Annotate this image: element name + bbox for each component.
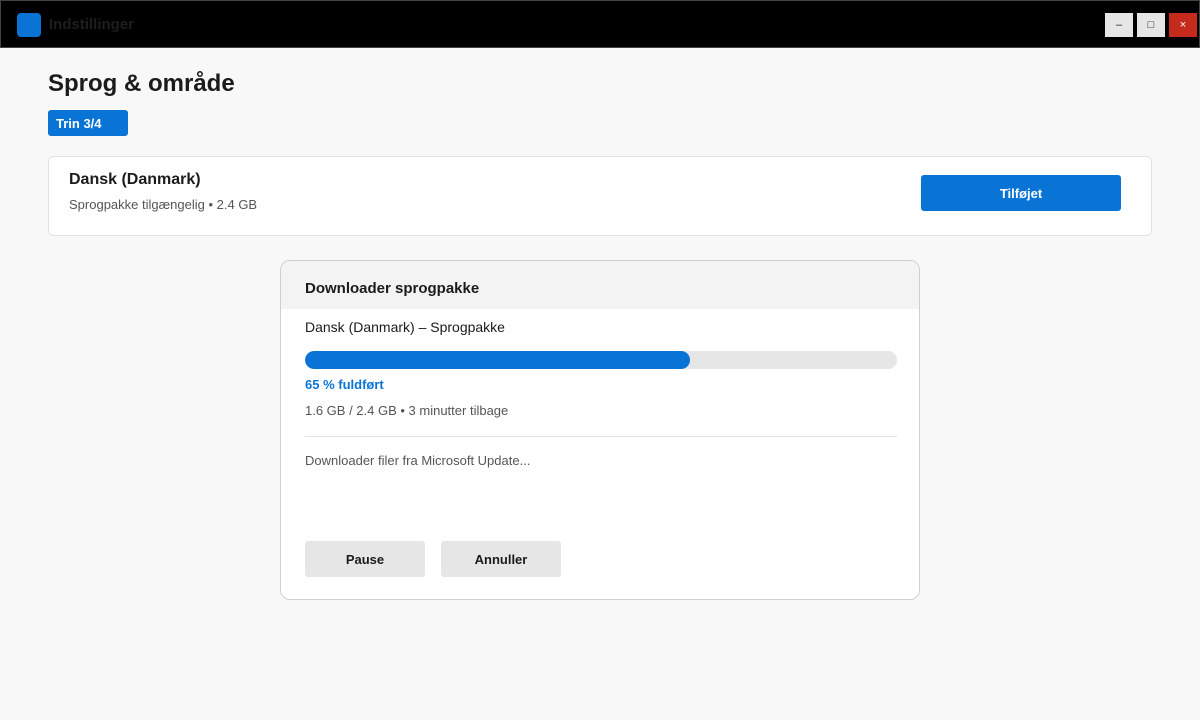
progress-bar-fill — [305, 351, 690, 369]
language-name: Dansk (Danmark) — [69, 171, 201, 188]
minimize-button[interactable]: – — [1105, 13, 1133, 37]
page-title: Sprog & område — [48, 70, 235, 97]
settings-app-icon — [17, 13, 41, 37]
title-bar[interactable]: Indstillinger – □ × — [0, 0, 1200, 48]
pause-button[interactable]: Pause — [305, 541, 425, 577]
step-badge: Trin 3/4 — [48, 110, 128, 136]
package-name: Dansk (Danmark) – Sprogpakke — [305, 319, 505, 335]
progress-percent-label: 65 % fuldført — [305, 377, 384, 392]
settings-window: Indstillinger – □ × Sprog & område Trin … — [0, 0, 1200, 720]
close-button[interactable]: × — [1169, 13, 1197, 37]
added-button[interactable]: Tilføjet — [921, 175, 1121, 211]
status-text: Downloader filer fra Microsoft Update... — [305, 453, 531, 468]
progress-detail: 1.6 GB / 2.4 GB • 3 minutter tilbage — [305, 403, 509, 418]
divider — [305, 436, 897, 437]
maximize-button[interactable]: □ — [1137, 13, 1165, 37]
download-dialog: Downloader sprogpakke Dansk (Danmark) – … — [280, 260, 920, 600]
window-title: Indstillinger — [49, 16, 135, 33]
progress-bar — [305, 351, 897, 369]
language-pack-info: Sprogpakke tilgængelig • 2.4 GB — [69, 197, 258, 212]
dialog-title: Downloader sprogpakke — [305, 280, 480, 297]
cancel-button[interactable]: Annuller — [441, 541, 561, 577]
language-card: Dansk (Danmark) Sprogpakke tilgængelig •… — [48, 156, 1152, 236]
dialog-header: Downloader sprogpakke — [281, 261, 919, 309]
